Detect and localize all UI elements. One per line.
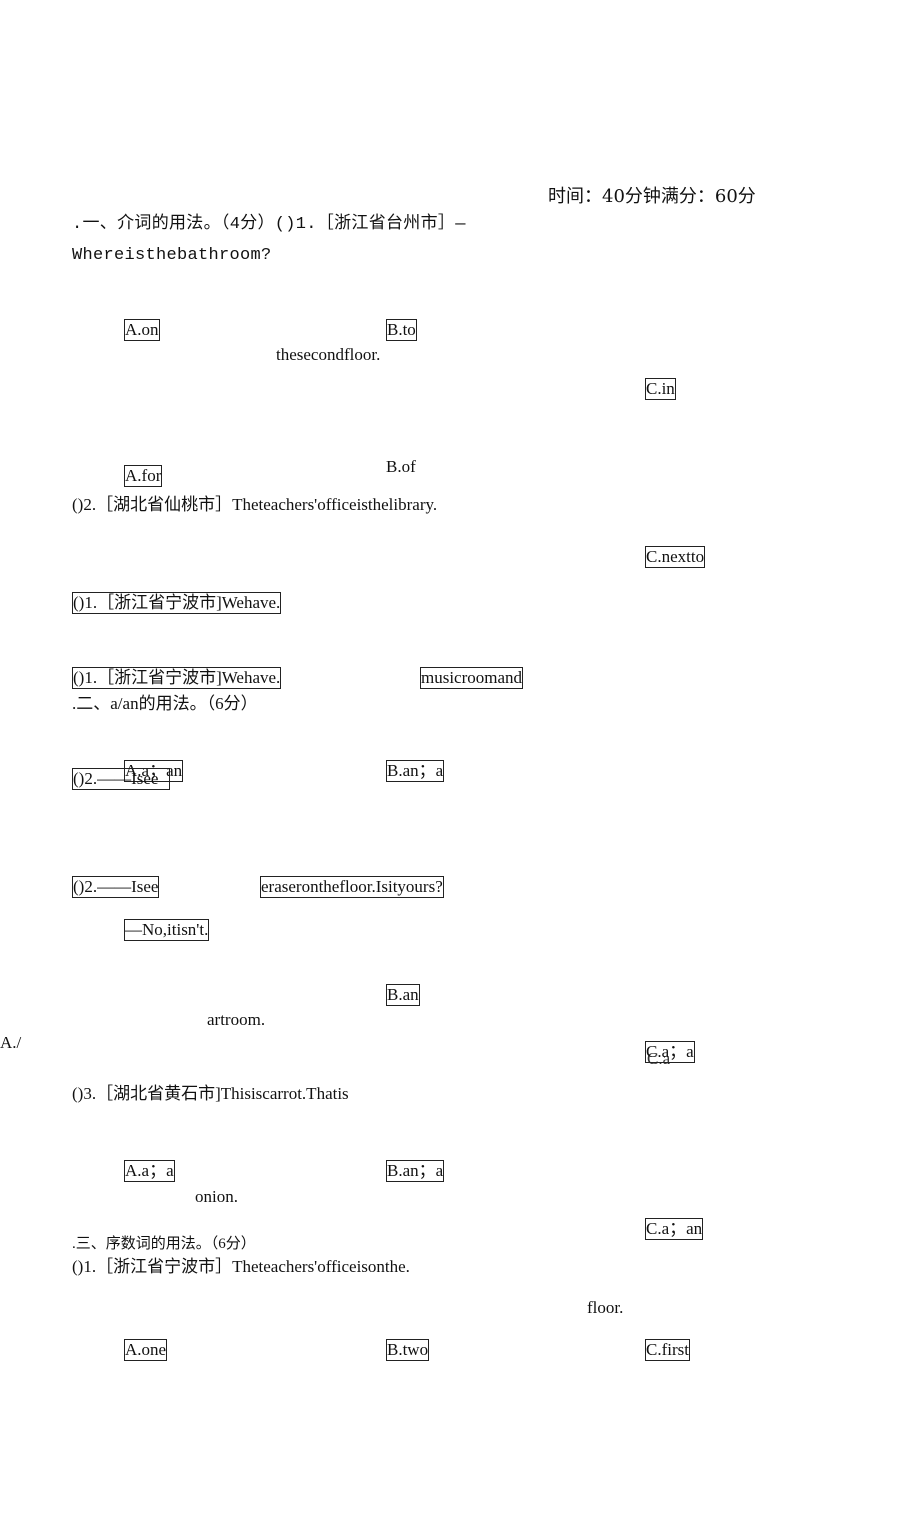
- section2-heading: .二、a/an的用法。（6分）: [72, 694, 258, 713]
- s3-q1-option-b[interactable]: B.two: [386, 1339, 430, 1361]
- section1-q1-text: Whereisthebathroom?: [72, 246, 272, 265]
- section3-heading: .三、序数词的用法。（6分）: [72, 1236, 256, 1252]
- s2-q2-option-c[interactable]: C.a；a: [645, 1041, 695, 1063]
- s2-q2-option-b[interactable]: B.an: [386, 984, 420, 1006]
- s1-q2-option-a[interactable]: A.for: [124, 465, 163, 487]
- s1-q1-option-b[interactable]: B.to: [386, 319, 417, 341]
- s2-q2-option-a[interactable]: A./: [0, 1033, 21, 1053]
- s1-q2-option-c[interactable]: C.nextto: [645, 546, 706, 568]
- s3-q1-option-c[interactable]: C.first: [645, 1339, 690, 1361]
- s2-q1-tail: musicroomand: [420, 667, 524, 689]
- s1-q2-option-b[interactable]: B.of: [386, 457, 416, 477]
- s2-q3-option-b[interactable]: B.an；a: [386, 1160, 445, 1182]
- s2-q1-option-b[interactable]: B.an；a: [386, 760, 445, 782]
- s2-q2-tail: eraseronthefloor.Isityours?: [260, 876, 444, 898]
- s1-q1-blank-tail: thesecondfloor.: [276, 345, 381, 364]
- section1-heading: .一、介词的用法。（4分）()1.［浙江省台州市］—: [72, 215, 466, 234]
- s1-q2-text: ()2.［湖北省仙桃市］Theteachers'officeisthelibra…: [72, 495, 438, 514]
- s2-q2-text: ()2.——Isee: [72, 876, 160, 898]
- s2-q1-text: ()1.［浙江省宁波市]Wehave.: [72, 667, 282, 689]
- s2-q3-tail: onion.: [195, 1187, 238, 1206]
- s1-q1-option-a[interactable]: A.on: [124, 319, 160, 341]
- s2-q1-text-repeat: ()1.［浙江省宁波市]Wehave.: [72, 592, 282, 614]
- s2-q3-option-a[interactable]: A.a；a: [124, 1160, 175, 1182]
- s2-q2-reply: —No,itisn't.: [124, 919, 210, 941]
- s3-q1-option-a[interactable]: A.one: [124, 1339, 168, 1361]
- s1-q1-option-c[interactable]: C.in: [645, 378, 676, 400]
- s2-q1-tail2: artroom.: [207, 1010, 266, 1029]
- s2-q3-text: ()3.［湖北省黄石市]Thisiscarrot.Thatis: [72, 1084, 349, 1103]
- time-score-info: 时间：40分钟满分：60分: [548, 186, 756, 207]
- s2-q3-option-c[interactable]: C.a；an: [645, 1218, 704, 1240]
- s2-q2-overlap-text: ()2.——Isee: [72, 768, 170, 790]
- s3-q1-text: ()1.［浙江省宁波市］Theteachers'officeisonthe.: [72, 1257, 410, 1276]
- s3-q1-tail: floor.: [587, 1298, 624, 1317]
